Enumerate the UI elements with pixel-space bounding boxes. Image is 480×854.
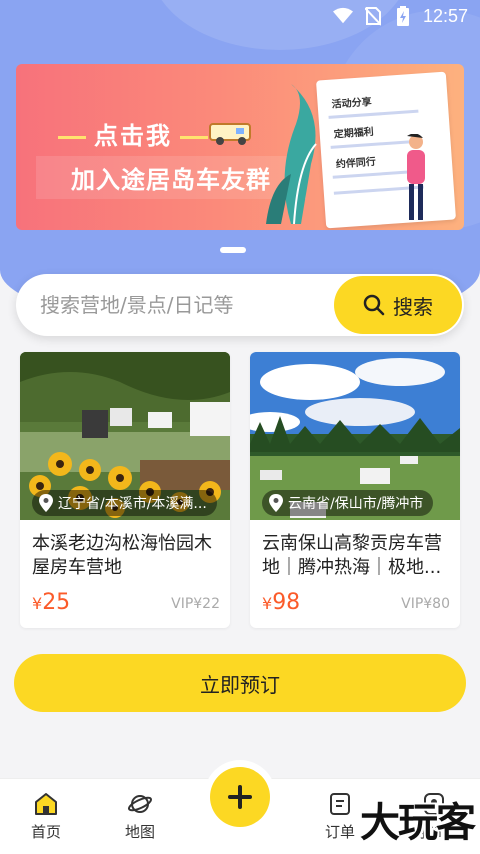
location-pin-icon [269,494,283,512]
campsite-price: ¥25 [32,590,71,615]
tab-map[interactable]: 地图 [100,791,180,842]
campsite-photo: 辽宁省/本溪市/本溪满... [20,352,230,520]
search-icon [363,294,385,316]
search-input[interactable] [40,288,340,322]
home-icon [35,793,57,815]
campsite-card[interactable]: 云南省/保山市/腾冲市 云南保山高黎贡房车营地｜腾冲热海｜极地... ¥98 V… [250,352,460,628]
tab-home[interactable]: 首页 [6,791,86,842]
banner-pager-indicator [220,247,246,253]
campsite-title: 云南保山高黎贡房车营地｜腾冲热海｜极地... [262,533,442,578]
reserve-now-button[interactable]: 立即预订 [14,654,466,712]
plant-illustration [266,84,317,224]
plus-icon [228,785,252,809]
person-illustration [407,134,425,220]
wifi-icon [332,7,353,25]
campsite-photo: 云南省/保山市/腾冲市 [250,352,460,520]
location-badge: 云南省/保山市/腾冲市 [262,490,434,516]
status-time: 12:57 [422,5,468,26]
planet-icon [127,795,153,813]
search-button[interactable]: 搜索 [334,276,462,334]
watermark-logo: 大玩客 [360,800,476,846]
vip-price: VIP¥80 [401,596,450,612]
location-badge: 辽宁省/本溪市/本溪满... [32,490,217,516]
location-pin-icon [39,494,53,512]
banner-paper: 活动分享 定期福利 约伴同行 [315,71,457,229]
paper-item: 约伴同行 [335,156,377,171]
tab-label: 首页 [30,823,61,841]
vip-price: VIP¥22 [171,596,220,612]
campsite-card[interactable]: 辽宁省/本溪市/本溪满... 本溪老边沟松海怡园木屋房车营地 ¥25 VIP¥2… [20,352,230,628]
location-text: 云南省/保山市/腾冲市 [288,496,424,512]
tab-label: 地图 [124,823,155,841]
rv-icon [209,123,251,145]
no-sim-icon [363,7,383,26]
battery-charging-icon [393,6,413,26]
order-icon [330,793,350,815]
banner-title-line1: 点击我 [50,116,216,151]
paper-item: 活动分享 [331,96,373,111]
campsite-price: ¥98 [262,590,301,615]
status-bar: 12:57 [0,0,480,32]
paper-item: 定期福利 [333,126,375,141]
search-bar: 搜索 [16,274,464,336]
tab-label: 订单 [324,823,355,841]
search-button-label: 搜索 [393,294,433,319]
promo-banner[interactable]: 点击我 加入途居岛车友群 活动分享 定期福利 约伴同行 [16,64,464,230]
location-text: 辽宁省/本溪市/本溪满... [58,496,207,512]
campsite-title: 本溪老边沟松海怡园木屋房车营地 [32,533,212,578]
add-button[interactable] [210,767,270,827]
